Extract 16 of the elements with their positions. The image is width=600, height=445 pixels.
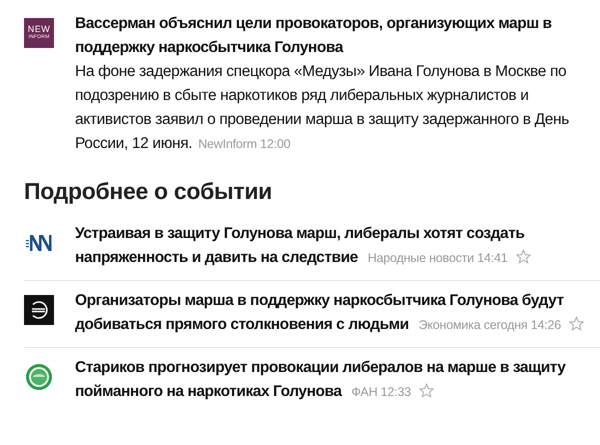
headline[interactable]: Вассерман объяснил цели провокаторов, организующих марш в поддержку наркосбытчика Голунова [75, 12, 596, 60]
logo-icon [24, 295, 54, 325]
source-time: ФАН 12:33 [351, 385, 411, 399]
headline[interactable]: Устраивая в защиту Голунова марш, либералы хотят создать напряженность и давить на следствие Народные новости 14:41 [75, 222, 596, 270]
headline[interactable]: Стариков прогнозирует провокации либералов на марше в защиту пойманного на наркотиках Голунова ФАН 12:33 [75, 356, 596, 404]
section-title: Подробнее о событии [24, 177, 274, 206]
logo-text: NEW [28, 25, 50, 34]
summary: На фоне задержания спецкора «Медузы» Ивана Голунова в Москве по подозрению в сбыте наркотиков ряд либеральных журналистов и активистов заявил о проведении марша в защиту задержанного в День России, 12 июня. NewInform 12:00 [75, 62, 570, 154]
logo-icon [24, 362, 54, 392]
star-icon[interactable] [516, 249, 531, 264]
source-time: Экономика сегодня 14:26 [418, 318, 562, 332]
source-time: NewInform 12:00 [198, 137, 290, 151]
star-icon[interactable] [569, 316, 584, 331]
headline[interactable]: Организаторы марша в поддержку наркосбытчика Голунова будут добиваться прямого столкновения с людьми Экономика сегодня 14:26 [75, 289, 596, 337]
star-icon[interactable] [418, 383, 434, 398]
source-time: Народные новости 14:41 [368, 251, 508, 265]
